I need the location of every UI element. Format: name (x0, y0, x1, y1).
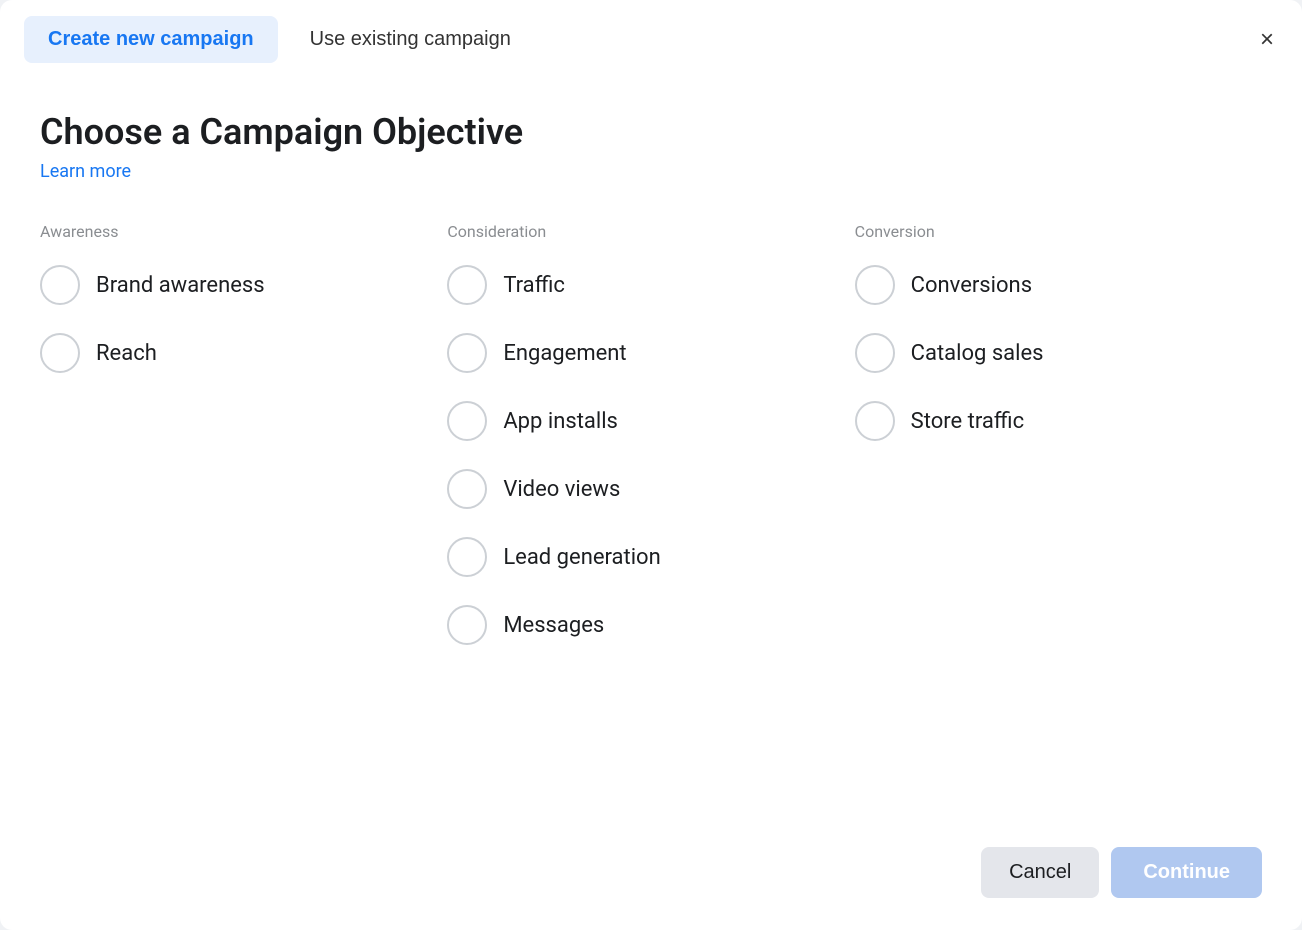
modal-body: Choose a Campaign Objective Learn more A… (0, 79, 1302, 827)
list-item[interactable]: Video views (447, 469, 834, 509)
awareness-column-header: Awareness (40, 222, 427, 241)
store-traffic-label: Store traffic (911, 409, 1024, 434)
radio-lead-generation[interactable] (447, 537, 487, 577)
radio-engagement[interactable] (447, 333, 487, 373)
reach-label: Reach (96, 341, 157, 366)
video-views-label: Video views (503, 477, 620, 502)
lead-generation-label: Lead generation (503, 545, 660, 570)
create-campaign-modal: Create new campaign Use existing campaig… (0, 0, 1302, 930)
radio-brand-awareness[interactable] (40, 265, 80, 305)
page-title: Choose a Campaign Objective (40, 111, 1262, 153)
list-item[interactable]: Catalog sales (855, 333, 1242, 373)
radio-reach[interactable] (40, 333, 80, 373)
conversion-column: Conversion Conversions Catalog sales Sto… (855, 222, 1262, 673)
conversions-label: Conversions (911, 273, 1032, 298)
awareness-column: Awareness Brand awareness Reach (40, 222, 447, 673)
radio-video-views[interactable] (447, 469, 487, 509)
tab-existing-campaign[interactable]: Use existing campaign (294, 16, 527, 63)
modal-header: Create new campaign Use existing campaig… (0, 0, 1302, 79)
engagement-label: Engagement (503, 341, 626, 366)
radio-traffic[interactable] (447, 265, 487, 305)
list-item[interactable]: Traffic (447, 265, 834, 305)
continue-button[interactable]: Continue (1111, 847, 1262, 898)
tab-create-campaign[interactable]: Create new campaign (24, 16, 278, 63)
list-item[interactable]: Reach (40, 333, 427, 373)
list-item[interactable]: Messages (447, 605, 834, 645)
radio-catalog-sales[interactable] (855, 333, 895, 373)
radio-store-traffic[interactable] (855, 401, 895, 441)
list-item[interactable]: Store traffic (855, 401, 1242, 441)
radio-app-installs[interactable] (447, 401, 487, 441)
messages-label: Messages (503, 613, 604, 638)
list-item[interactable]: Brand awareness (40, 265, 427, 305)
list-item[interactable]: Conversions (855, 265, 1242, 305)
cancel-button[interactable]: Cancel (981, 847, 1099, 898)
traffic-label: Traffic (503, 273, 565, 298)
catalog-sales-label: Catalog sales (911, 341, 1044, 366)
close-button[interactable]: × (1256, 24, 1278, 56)
consideration-column: Consideration Traffic Engagement App ins… (447, 222, 854, 673)
radio-messages[interactable] (447, 605, 487, 645)
consideration-column-header: Consideration (447, 222, 834, 241)
list-item[interactable]: Lead generation (447, 537, 834, 577)
list-item[interactable]: Engagement (447, 333, 834, 373)
radio-conversions[interactable] (855, 265, 895, 305)
modal-footer: Cancel Continue (0, 827, 1302, 930)
learn-more-link[interactable]: Learn more (40, 161, 131, 182)
list-item[interactable]: App installs (447, 401, 834, 441)
brand-awareness-label: Brand awareness (96, 273, 265, 298)
objectives-grid: Awareness Brand awareness Reach Consider… (40, 222, 1262, 673)
app-installs-label: App installs (503, 409, 618, 434)
conversion-column-header: Conversion (855, 222, 1242, 241)
